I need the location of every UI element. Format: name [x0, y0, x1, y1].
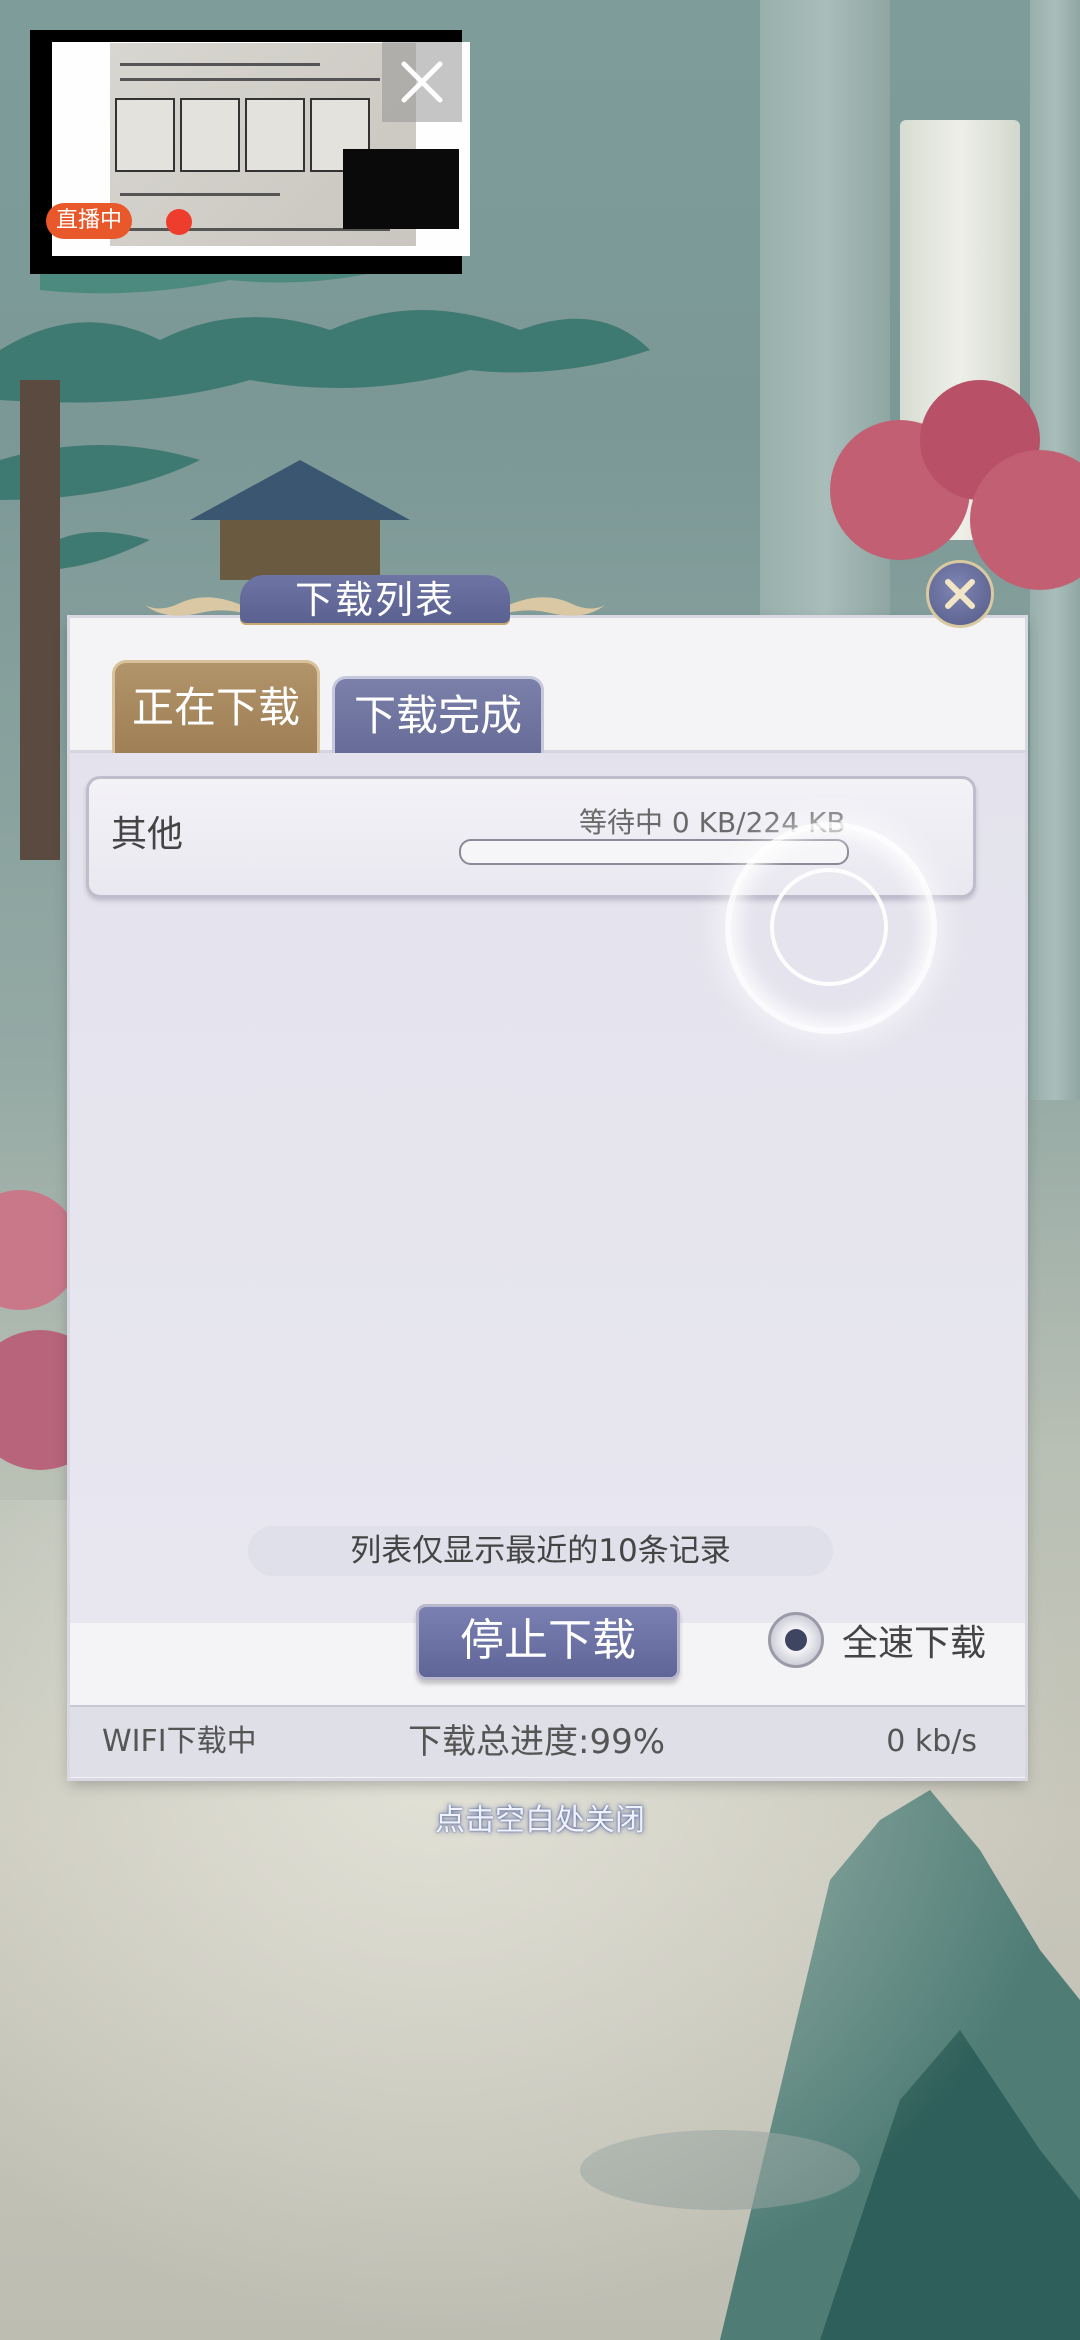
photo-text-line: [120, 193, 280, 196]
close-icon: [945, 579, 975, 609]
photo-text-line: [120, 63, 320, 66]
radio-selected-icon[interactable]: [768, 1612, 824, 1668]
download-item-name: 其他: [111, 814, 184, 855]
stop-download-button[interactable]: 停止下载: [416, 1604, 680, 1680]
tap-blank-to-close-hint[interactable]: 点击空白处关闭: [0, 1795, 1080, 1839]
dialog-title: 下载列表: [240, 575, 510, 623]
radio-dot: [785, 1629, 807, 1651]
download-status-bar: WIFI下载中 下载总进度:99% 0 kb/s: [70, 1705, 1025, 1777]
touch-ripple-effect-inner: [770, 868, 888, 986]
title-ornament-right-icon: [500, 597, 605, 616]
dialog-close-button[interactable]: [926, 560, 994, 628]
pip-close-button[interactable]: [382, 42, 462, 122]
photo-cell: [115, 98, 175, 172]
close-icon: [401, 61, 443, 103]
network-status: WIFI下载中: [102, 1724, 257, 1759]
tab-downloading[interactable]: 正在下载: [112, 660, 320, 753]
record-limit-note: 列表仅显示最近的10条记录: [248, 1526, 833, 1576]
tab-completed[interactable]: 下载完成: [332, 676, 544, 753]
live-stream-pip[interactable]: 直播中: [30, 30, 470, 274]
photo-text-line: [120, 78, 380, 81]
live-badge: 直播中: [46, 203, 133, 239]
title-ornament-left-icon: [145, 597, 250, 616]
pip-black-overlay: [343, 149, 459, 229]
live-dot-icon: [166, 209, 192, 235]
full-speed-label: 全速下载: [842, 1623, 987, 1664]
download-speed: 0 kb/s: [886, 1724, 977, 1759]
total-progress: 下载总进度:99%: [408, 1722, 666, 1762]
full-speed-toggle[interactable]: 全速下载: [768, 1608, 986, 1672]
photo-cell: [180, 98, 240, 172]
photo-cell: [245, 98, 305, 172]
